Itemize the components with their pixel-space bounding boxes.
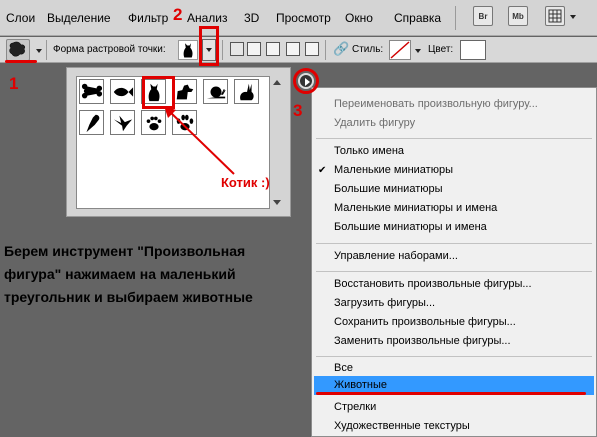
shape-preview[interactable] xyxy=(178,40,198,60)
snail-icon xyxy=(206,86,226,98)
menu-item-small-thumbnails[interactable]: Маленькие миниатюры xyxy=(334,164,453,176)
shape-grid-scrollbar[interactable] xyxy=(271,76,283,209)
menu-layers[interactable]: Слои xyxy=(6,11,35,25)
shape-label: Форма растровой точки: xyxy=(53,44,166,55)
menu-item-reset-shapes[interactable]: Восстановить произвольные фигуры... xyxy=(334,278,532,290)
menu-item-delete[interactable]: Удалить фигуру xyxy=(334,117,415,129)
mini-bridge-button[interactable]: Mb xyxy=(508,6,528,26)
scroll-up-icon[interactable] xyxy=(273,80,281,85)
options-bar: Форма растровой точки: 🔗 Стиль: Цвет: xyxy=(0,37,597,63)
menu-item-animals[interactable]: Животные xyxy=(334,379,387,391)
fish-icon xyxy=(113,86,133,97)
scroll-down-icon[interactable] xyxy=(273,200,281,205)
menu-item-artistic-textures[interactable]: Художественные текстуры xyxy=(334,420,470,432)
menu-item-save-shapes[interactable]: Сохранить произвольные фигуры... xyxy=(334,316,516,328)
add-mode-button[interactable] xyxy=(247,42,261,56)
annotation-kotik: Котик :) xyxy=(221,175,270,190)
view-extras-dropdown-icon[interactable] xyxy=(570,15,576,19)
color-label: Цвет: xyxy=(428,44,454,55)
link-icon[interactable]: 🔗 xyxy=(333,41,349,57)
menu-select[interactable]: Выделение xyxy=(47,11,111,25)
no-style-icon xyxy=(390,41,410,59)
shape-cell[interactable] xyxy=(172,79,197,104)
menu-item-all[interactable]: Все xyxy=(334,362,353,374)
parrot-icon xyxy=(86,114,99,132)
menu-item-small-list[interactable]: Маленькие миниатюры и имена xyxy=(334,202,497,214)
menu-analysis[interactable]: Анализ xyxy=(187,11,228,25)
shape-cell[interactable] xyxy=(79,79,104,104)
mini-bridge-label: Mb xyxy=(512,11,524,21)
menu-item-load-shapes[interactable]: Загрузить фигуры... xyxy=(334,297,435,309)
dog-icon xyxy=(176,84,193,99)
checkmark-icon: ✔ xyxy=(318,165,327,176)
intersect-mode-button[interactable] xyxy=(286,42,300,56)
menu-item-large-thumbnails[interactable]: Большие миниатюры xyxy=(334,183,443,195)
menu-3d[interactable]: 3D xyxy=(244,11,259,25)
subtract-mode-button[interactable] xyxy=(266,42,280,56)
shape-picker-menu: Переименовать произвольную фигуру... Уда… xyxy=(311,87,597,437)
annotation-circle-menu xyxy=(293,68,319,94)
annotation-step-1: 1 xyxy=(9,74,19,93)
grid-icon xyxy=(548,9,562,23)
annotation-underline-tool xyxy=(5,60,37,63)
bridge-label: Br xyxy=(478,11,488,21)
menu-item-arrows[interactable]: Стрелки xyxy=(334,401,376,413)
annotation-underline-animals xyxy=(316,392,586,395)
options-separator xyxy=(325,40,326,60)
shape-cell[interactable] xyxy=(110,110,135,135)
custom-shape-tool-button[interactable] xyxy=(6,39,30,61)
style-dropdown-icon[interactable] xyxy=(415,49,421,53)
new-layer-mode-button[interactable] xyxy=(230,42,244,56)
cat-icon xyxy=(183,43,193,58)
menu-item-preset-manager[interactable]: Управление наборами... xyxy=(334,250,458,262)
menu-window[interactable]: Окно xyxy=(345,11,373,25)
shape-cell[interactable] xyxy=(234,79,259,104)
color-swatch[interactable] xyxy=(460,40,486,60)
menu-bar: Слои Выделение Фильтр Анализ 3D Просмотр… xyxy=(0,0,597,36)
options-separator xyxy=(46,40,47,60)
exclude-mode-button[interactable] xyxy=(305,42,319,56)
rabbit-icon xyxy=(239,83,254,100)
menu-item-replace-shapes[interactable]: Заменить произвольные фигуры... xyxy=(334,335,511,347)
menu-item-rename[interactable]: Переименовать произвольную фигуру... xyxy=(334,98,538,110)
tool-preset-dropdown-icon[interactable] xyxy=(36,49,42,53)
menu-separator xyxy=(316,243,592,244)
menu-item-large-list[interactable]: Большие миниатюры и имена xyxy=(334,221,487,233)
annotation-step-3: 3 xyxy=(293,101,303,120)
shape-cell[interactable] xyxy=(79,110,104,135)
menu-item-text-only[interactable]: Только имена xyxy=(334,145,404,157)
annotation-arrow-icon xyxy=(164,106,235,175)
dove-icon xyxy=(113,115,132,131)
style-picker[interactable] xyxy=(389,40,411,60)
bridge-button[interactable]: Br xyxy=(473,6,493,26)
menu-separator xyxy=(455,6,456,30)
annotation-box-dropdown xyxy=(199,26,219,66)
style-label: Стиль: xyxy=(352,44,384,55)
bone-icon xyxy=(81,83,102,98)
menu-separator xyxy=(316,271,592,272)
menu-separator xyxy=(316,138,592,139)
menu-filter[interactable]: Фильтр xyxy=(128,11,168,25)
menu-separator xyxy=(316,356,592,357)
view-extras-button[interactable] xyxy=(545,6,565,26)
custom-shape-icon xyxy=(9,41,26,57)
menu-help[interactable]: Справка xyxy=(394,11,441,25)
instruction-caption: Берем инструмент "Произвольная фигура" н… xyxy=(4,243,253,305)
menu-view[interactable]: Просмотр xyxy=(276,11,331,25)
shape-cell[interactable] xyxy=(110,79,135,104)
options-separator xyxy=(222,40,223,60)
shape-cell[interactable] xyxy=(203,79,228,104)
annotation-step-2: 2 xyxy=(173,5,183,24)
